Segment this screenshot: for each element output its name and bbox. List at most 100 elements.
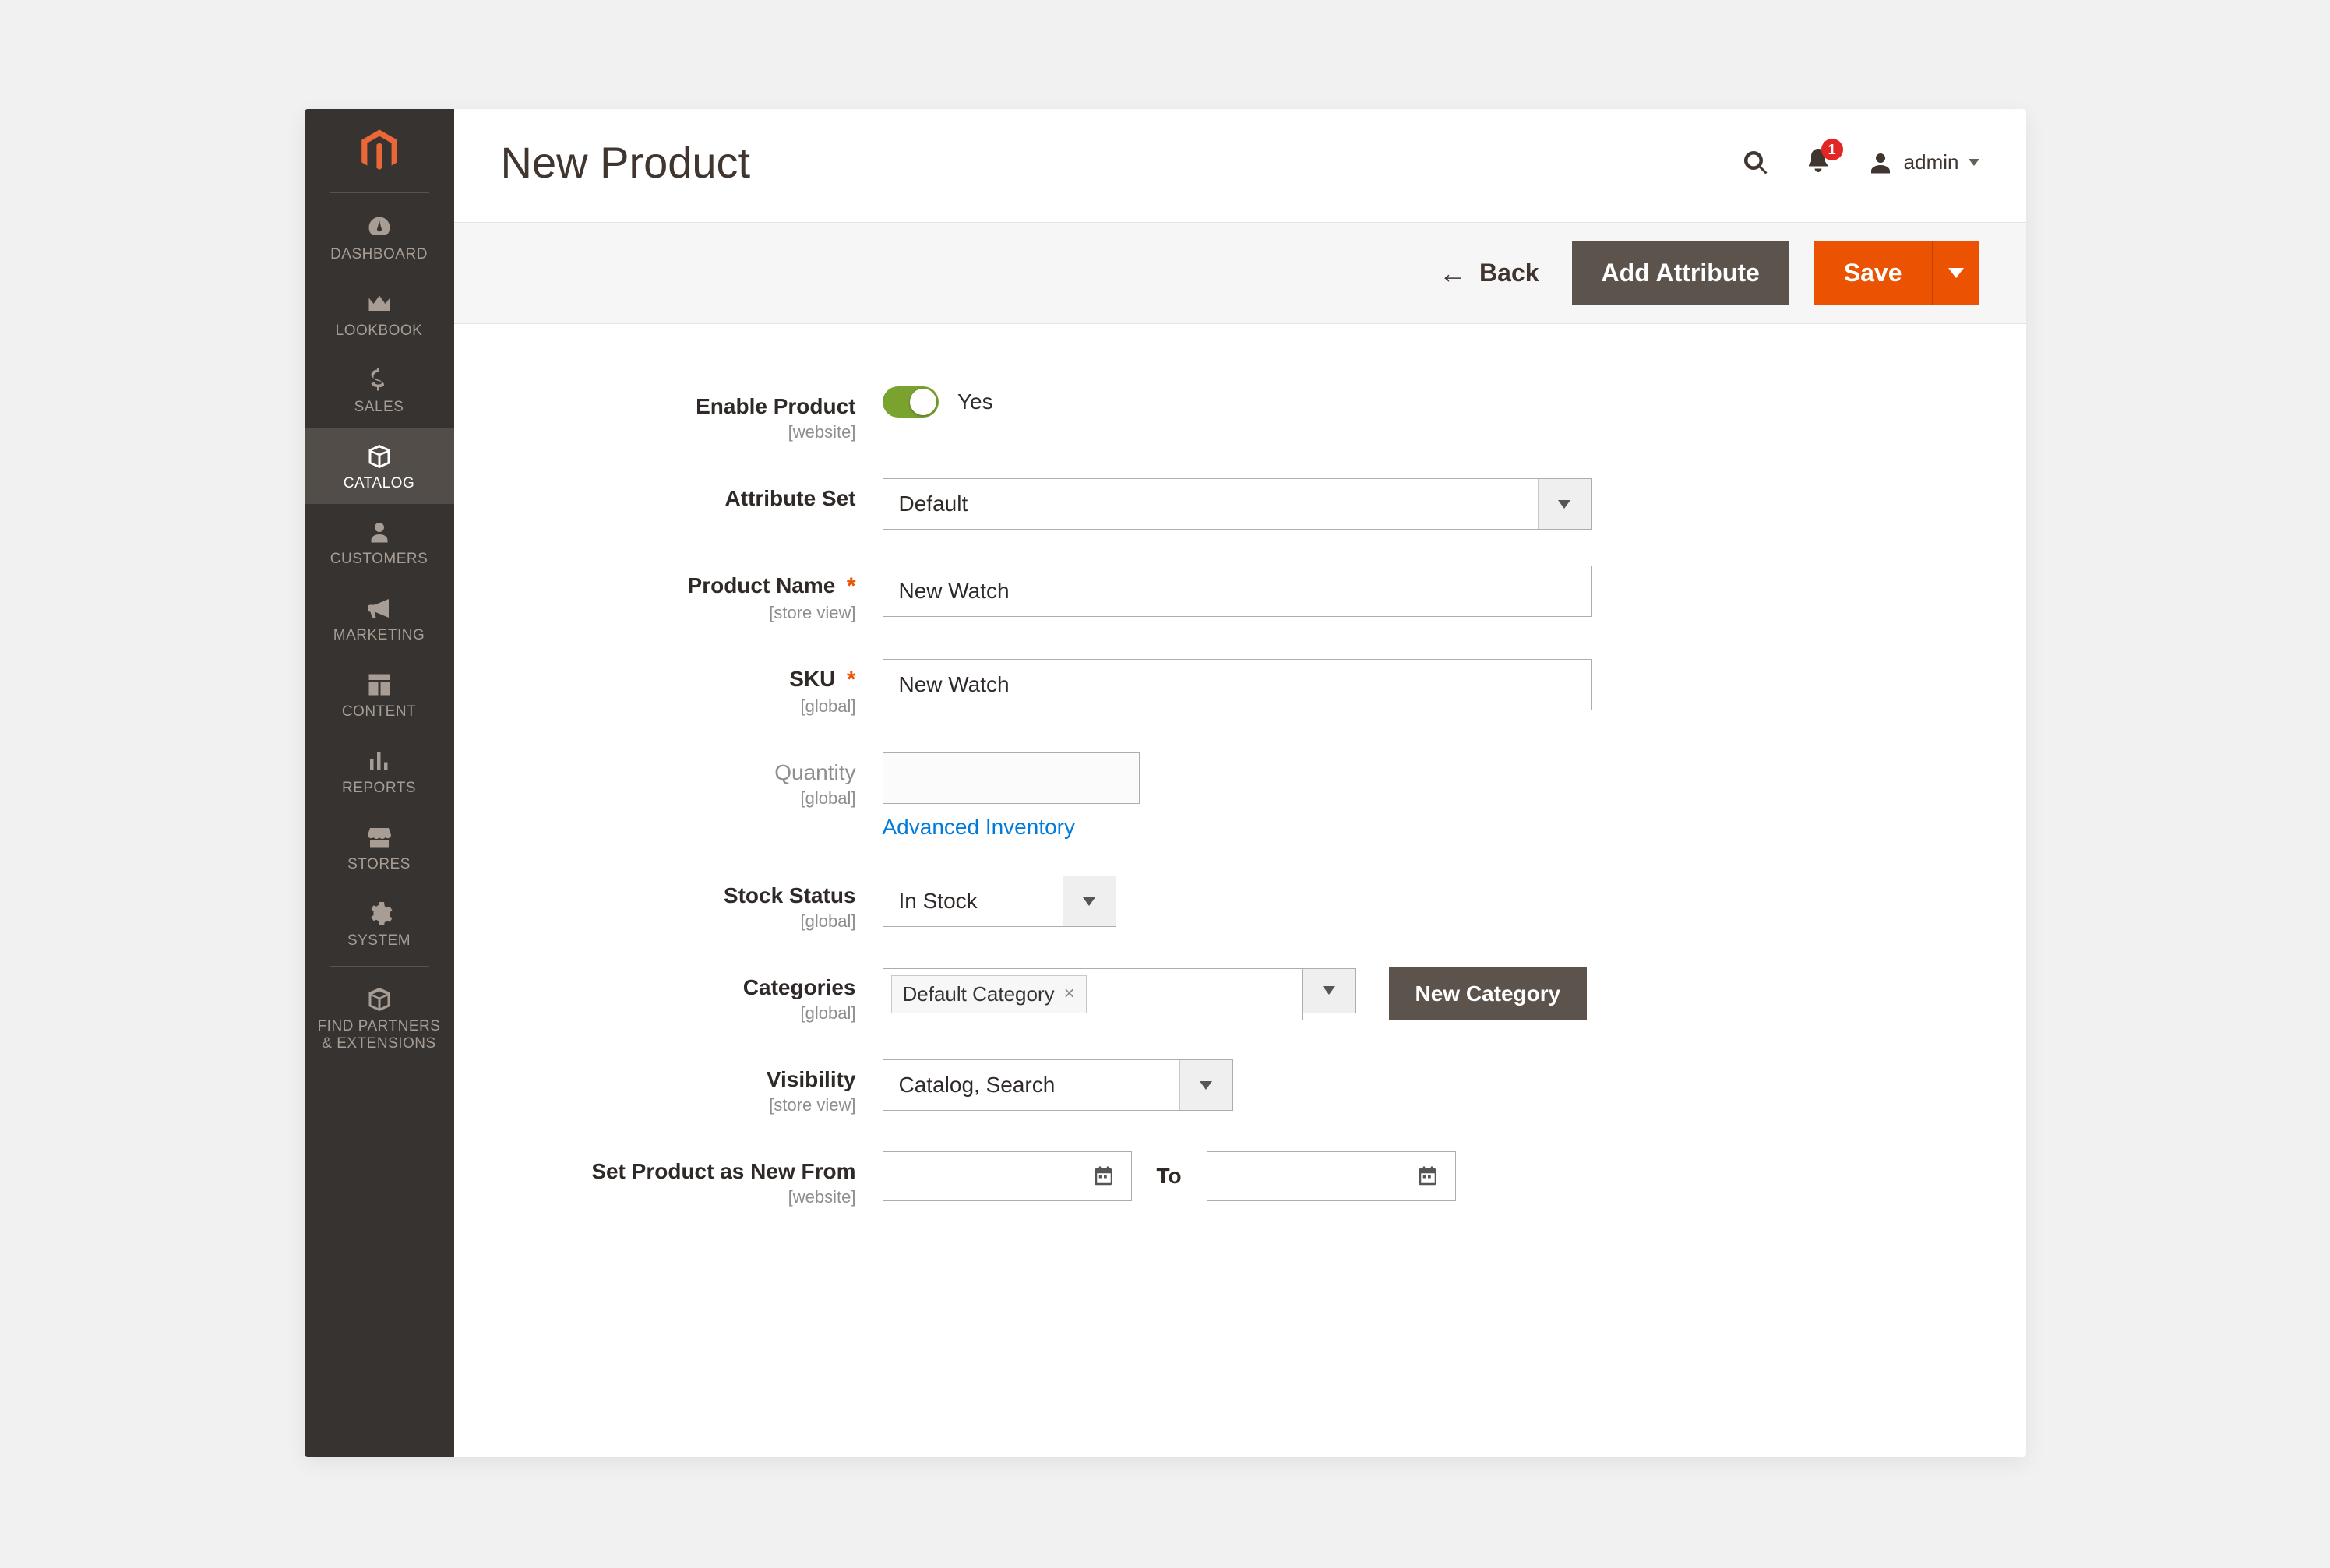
user-menu-button[interactable]: admin (1866, 149, 1979, 177)
chart-icon (365, 747, 393, 775)
new-to-date-input[interactable] (1207, 1151, 1456, 1201)
attribute-set-select[interactable]: Default (883, 478, 1592, 530)
field-label: Set Product as New From (454, 1159, 856, 1184)
sidebar-label: CATALOG (344, 475, 414, 492)
field-label: SKU (789, 667, 835, 691)
gear-icon (365, 900, 393, 928)
sidebar-item-lookbook[interactable]: LOOKBOOK (305, 276, 454, 352)
remove-tag-icon[interactable]: × (1064, 983, 1075, 1005)
to-label: To (1157, 1164, 1182, 1189)
category-tag-label: Default Category (903, 982, 1055, 1006)
chevron-down-icon (1969, 159, 1979, 166)
field-scope: [global] (454, 788, 856, 809)
new-from-date-input[interactable] (883, 1151, 1132, 1201)
page-title: New Product (501, 137, 751, 188)
save-button-group: Save (1814, 241, 1979, 305)
product-name-input[interactable] (883, 566, 1592, 617)
search-icon[interactable] (1742, 149, 1770, 177)
sidebar-separator (330, 966, 429, 967)
stock-status-select[interactable]: In Stock (883, 876, 1116, 927)
field-label: Stock Status (454, 883, 856, 908)
user-label: admin (1904, 150, 1959, 174)
sidebar-separator (330, 192, 429, 193)
box-icon (365, 442, 393, 470)
calendar-icon (1092, 1165, 1116, 1188)
sidebar-item-catalog[interactable]: CATALOG (305, 428, 454, 505)
advanced-inventory-link[interactable]: Advanced Inventory (883, 815, 1076, 840)
sidebar-label: DASHBOARD (330, 246, 428, 263)
field-scope: [store view] (454, 603, 856, 623)
field-scope: [store view] (454, 1095, 856, 1115)
crown-icon (365, 290, 393, 318)
sidebar-label: REPORTS (342, 780, 416, 797)
user-icon (1866, 149, 1895, 177)
sidebar-label: CONTENT (342, 703, 416, 721)
back-label: Back (1479, 259, 1539, 287)
save-dropdown-toggle[interactable] (1933, 241, 1979, 305)
notifications-badge: 1 (1821, 139, 1843, 160)
toggle-value-label: Yes (957, 389, 993, 414)
field-label: Quantity (454, 760, 856, 785)
sidebar-item-dashboard[interactable]: DASHBOARD (305, 199, 454, 276)
sidebar-item-partners[interactable]: FIND PARTNERS & EXTENSIONS (305, 971, 454, 1065)
megaphone-icon (365, 594, 393, 622)
field-scope: [global] (454, 1003, 856, 1024)
required-indicator: * (847, 667, 856, 693)
chevron-down-icon (1948, 268, 1964, 278)
field-label: Attribute Set (454, 486, 856, 511)
sidebar-item-sales[interactable]: SALES (305, 352, 454, 428)
product-form: Enable Product [website] Yes Attribute S… (454, 324, 2026, 1457)
back-button[interactable]: ← Back (1431, 248, 1547, 298)
main-panel: New Product 1 admin ← Back Add Att (454, 109, 2026, 1457)
required-indicator: * (847, 573, 856, 600)
magento-logo[interactable] (305, 109, 454, 192)
field-label: Enable Product (454, 394, 856, 419)
page-header: New Product 1 admin (454, 109, 2026, 222)
sidebar-label: STORES (347, 856, 411, 873)
store-icon (365, 823, 393, 851)
gauge-icon (365, 213, 393, 241)
notifications-button[interactable]: 1 (1804, 146, 1832, 178)
select-value: Default (883, 479, 1538, 529)
chevron-down-icon (1063, 876, 1116, 926)
sidebar-item-content[interactable]: CONTENT (305, 657, 454, 733)
sidebar-label: CUSTOMERS (330, 551, 428, 568)
field-label: Product Name (688, 573, 836, 597)
save-button[interactable]: Save (1814, 241, 1933, 305)
layout-icon (365, 671, 393, 699)
category-tag: Default Category × (891, 975, 1087, 1013)
field-label: Visibility (454, 1067, 856, 1092)
field-label: Categories (454, 975, 856, 1000)
sidebar-label: FIND PARTNERS & EXTENSIONS (318, 1018, 441, 1052)
visibility-select[interactable]: Catalog, Search (883, 1059, 1233, 1111)
quantity-input[interactable] (883, 752, 1140, 804)
sidebar-item-system[interactable]: SYSTEM (305, 886, 454, 962)
field-scope: [global] (454, 911, 856, 932)
arrow-left-icon: ← (1439, 259, 1467, 287)
field-scope: [website] (454, 1187, 856, 1207)
person-icon (365, 518, 393, 546)
sidebar-item-customers[interactable]: CUSTOMERS (305, 504, 454, 580)
app-window: DASHBOARD LOOKBOOK SALES CATALOG CUSTOME… (305, 109, 2026, 1457)
sidebar: DASHBOARD LOOKBOOK SALES CATALOG CUSTOME… (305, 109, 454, 1457)
sidebar-item-stores[interactable]: STORES (305, 809, 454, 886)
action-toolbar: ← Back Add Attribute Save (454, 222, 2026, 324)
chevron-down-icon (1179, 1060, 1232, 1110)
select-value: In Stock (883, 876, 1063, 926)
sidebar-label: LOOKBOOK (336, 322, 423, 340)
chevron-down-icon (1538, 479, 1591, 529)
field-scope: [website] (454, 422, 856, 442)
categories-dropdown-toggle[interactable] (1303, 968, 1356, 1013)
field-scope: [global] (454, 696, 856, 717)
add-attribute-button[interactable]: Add Attribute (1572, 241, 1789, 305)
categories-multiselect[interactable]: Default Category × (883, 968, 1303, 1020)
sku-input[interactable] (883, 659, 1592, 710)
sidebar-item-marketing[interactable]: MARKETING (305, 580, 454, 657)
sidebar-item-reports[interactable]: REPORTS (305, 733, 454, 809)
select-value: Catalog, Search (883, 1060, 1179, 1110)
dollar-icon (365, 366, 393, 394)
new-category-button[interactable]: New Category (1389, 967, 1588, 1020)
sidebar-label: SALES (354, 399, 404, 416)
calendar-icon (1416, 1165, 1440, 1188)
enable-product-toggle[interactable] (883, 386, 939, 418)
